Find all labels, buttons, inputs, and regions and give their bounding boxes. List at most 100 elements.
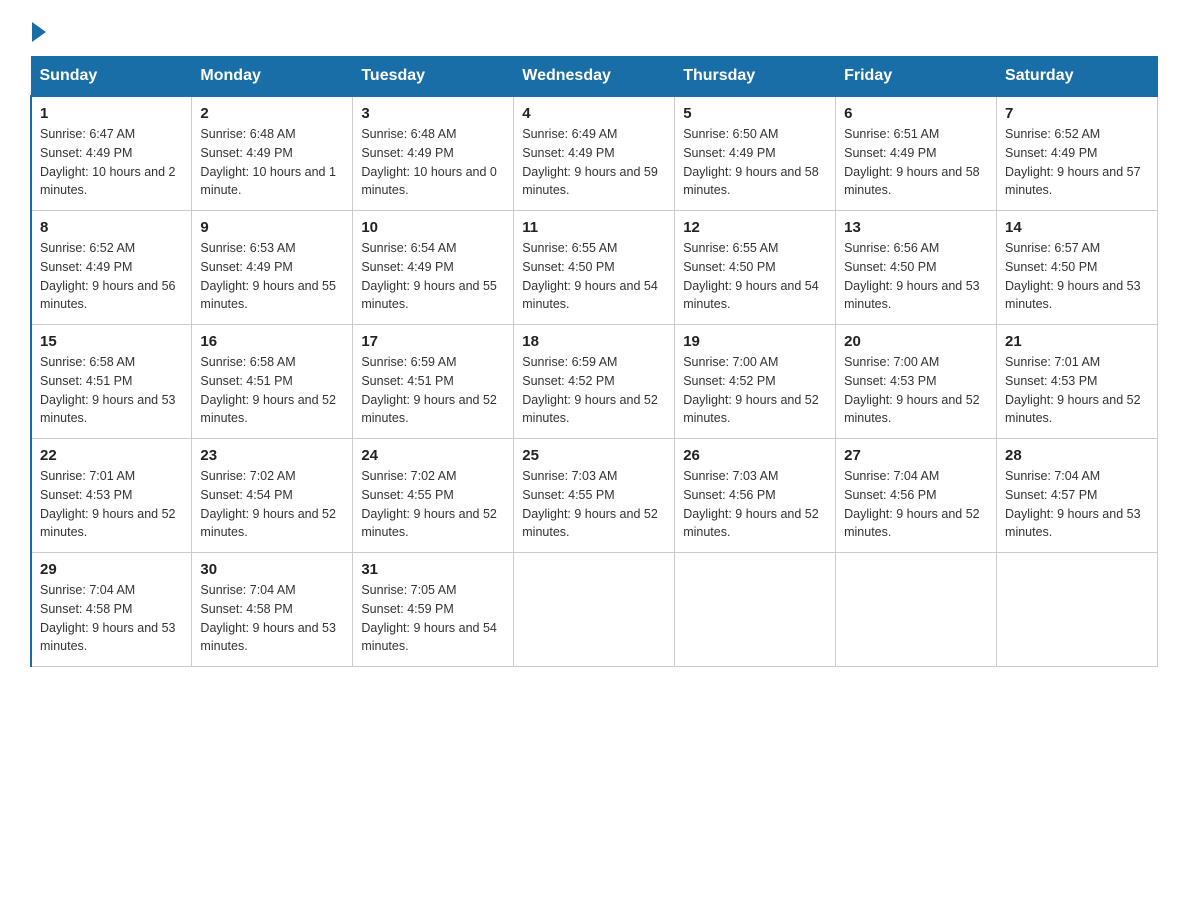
day-info: Sunrise: 7:03 AMSunset: 4:55 PMDaylight:… [522, 467, 666, 542]
day-info: Sunrise: 6:57 AMSunset: 4:50 PMDaylight:… [1005, 239, 1149, 314]
day-header-sunday: Sunday [31, 57, 192, 97]
day-number: 9 [200, 219, 344, 236]
day-number: 23 [200, 447, 344, 464]
logo [30, 20, 46, 38]
calendar-cell: 1 Sunrise: 6:47 AMSunset: 4:49 PMDaylight… [31, 96, 192, 211]
day-number: 15 [40, 333, 183, 350]
day-info: Sunrise: 6:48 AMSunset: 4:49 PMDaylight:… [361, 125, 505, 200]
calendar-cell: 3 Sunrise: 6:48 AMSunset: 4:49 PMDaylight… [353, 96, 514, 211]
day-info: Sunrise: 6:47 AMSunset: 4:49 PMDaylight:… [40, 125, 183, 200]
day-info: Sunrise: 7:04 AMSunset: 4:58 PMDaylight:… [200, 581, 344, 656]
day-number: 21 [1005, 333, 1149, 350]
calendar-cell: 14 Sunrise: 6:57 AMSunset: 4:50 PMDayligh… [997, 211, 1158, 325]
calendar-cell: 18 Sunrise: 6:59 AMSunset: 4:52 PMDayligh… [514, 325, 675, 439]
day-number: 12 [683, 219, 827, 236]
day-info: Sunrise: 7:04 AMSunset: 4:57 PMDaylight:… [1005, 467, 1149, 542]
day-info: Sunrise: 7:01 AMSunset: 4:53 PMDaylight:… [1005, 353, 1149, 428]
calendar-cell: 26 Sunrise: 7:03 AMSunset: 4:56 PMDayligh… [675, 439, 836, 553]
calendar-cell: 19 Sunrise: 7:00 AMSunset: 4:52 PMDayligh… [675, 325, 836, 439]
calendar-cell: 5Sunrise: 6:50 AMSunset: 4:49 PMDaylight… [675, 96, 836, 211]
calendar-cell: 15Sunrise: 6:58 AMSunset: 4:51 PMDayligh… [31, 325, 192, 439]
page-header [30, 20, 1158, 38]
day-number: 31 [361, 561, 505, 578]
calendar-cell: 7Sunrise: 6:52 AMSunset: 4:49 PMDaylight… [997, 96, 1158, 211]
day-info: Sunrise: 7:05 AMSunset: 4:59 PMDaylight:… [361, 581, 505, 656]
calendar-cell: 10 Sunrise: 6:54 AMSunset: 4:49 PMDayligh… [353, 211, 514, 325]
calendar-cell: 20 Sunrise: 7:00 AMSunset: 4:53 PMDayligh… [836, 325, 997, 439]
week-row-3: 15 Sunrise: 6:58 AMSunset: 4:51 PMDayligh… [31, 325, 1158, 439]
day-header-wednesday: Wednesday [514, 57, 675, 97]
logo-arrow-icon [32, 22, 46, 42]
calendar-cell [997, 553, 1158, 667]
calendar-cell: 16 Sunrise: 6:58 AMSunset: 4:51 PMDayligh… [192, 325, 353, 439]
day-info: Sunrise: 6:52 AMSunset: 4:49 PMDaylight:… [40, 239, 183, 314]
calendar-cell [836, 553, 997, 667]
day-number: 4 [522, 105, 666, 122]
day-number: 10 [361, 219, 505, 236]
week-row-5: 29 Sunrise: 7:04 AMSunset: 4:58 PMDayligh… [31, 553, 1158, 667]
day-number: 17 [361, 333, 505, 350]
day-info: Sunrise: 7:00 AMSunset: 4:53 PMDaylight:… [844, 353, 988, 428]
calendar-cell: 13 Sunrise: 6:56 AMSunset: 4:50 PMDayligh… [836, 211, 997, 325]
day-info: Sunrise: 7:04 AMSunset: 4:58 PMDaylight:… [40, 581, 183, 656]
day-info: Sunrise: 6:59 AMSunset: 4:52 PMDaylight:… [522, 353, 666, 428]
calendar-cell: 22 Sunrise: 7:01 AMSunset: 4:53 PMDayligh… [31, 439, 192, 553]
calendar-cell: 2 Sunrise: 6:48 AMSunset: 4:49 PMDaylight… [192, 96, 353, 211]
calendar-cell: 4 Sunrise: 6:49 AMSunset: 4:49 PMDaylight… [514, 96, 675, 211]
calendar-table: SundayMondayTuesdayWednesdayThursdayFrid… [30, 56, 1158, 667]
calendar-cell: 8 Sunrise: 6:52 AMSunset: 4:49 PMDaylight… [31, 211, 192, 325]
day-number: 26 [683, 447, 827, 464]
day-info: Sunrise: 7:00 AMSunset: 4:52 PMDaylight:… [683, 353, 827, 428]
calendar-body: 1 Sunrise: 6:47 AMSunset: 4:49 PMDaylight… [31, 96, 1158, 667]
day-number: 30 [200, 561, 344, 578]
day-info: Sunrise: 7:01 AMSunset: 4:53 PMDaylight:… [40, 467, 183, 542]
day-info: Sunrise: 6:49 AMSunset: 4:49 PMDaylight:… [522, 125, 666, 200]
calendar-cell: 23 Sunrise: 7:02 AMSunset: 4:54 PMDayligh… [192, 439, 353, 553]
day-number: 16 [200, 333, 344, 350]
day-number: 18 [522, 333, 666, 350]
day-info: Sunrise: 6:53 AMSunset: 4:49 PMDaylight:… [200, 239, 344, 314]
day-info: Sunrise: 7:02 AMSunset: 4:54 PMDaylight:… [200, 467, 344, 542]
calendar-header: SundayMondayTuesdayWednesdayThursdayFrid… [31, 57, 1158, 97]
day-number: 5 [683, 105, 827, 122]
day-info: Sunrise: 6:55 AMSunset: 4:50 PMDaylight:… [522, 239, 666, 314]
calendar-cell: 11 Sunrise: 6:55 AMSunset: 4:50 PMDayligh… [514, 211, 675, 325]
day-info: Sunrise: 6:56 AMSunset: 4:50 PMDaylight:… [844, 239, 988, 314]
day-number: 13 [844, 219, 988, 236]
day-info: Sunrise: 6:52 AMSunset: 4:49 PMDaylight:… [1005, 125, 1149, 200]
calendar-cell: 30 Sunrise: 7:04 AMSunset: 4:58 PMDayligh… [192, 553, 353, 667]
calendar-cell: 25 Sunrise: 7:03 AMSunset: 4:55 PMDayligh… [514, 439, 675, 553]
day-info: Sunrise: 7:03 AMSunset: 4:56 PMDaylight:… [683, 467, 827, 542]
day-number: 2 [200, 105, 344, 122]
week-row-4: 22 Sunrise: 7:01 AMSunset: 4:53 PMDayligh… [31, 439, 1158, 553]
day-number: 1 [40, 105, 183, 122]
day-number: 3 [361, 105, 505, 122]
day-number: 14 [1005, 219, 1149, 236]
calendar-cell: 31 Sunrise: 7:05 AMSunset: 4:59 PMDayligh… [353, 553, 514, 667]
calendar-cell: 17Sunrise: 6:59 AMSunset: 4:51 PMDayligh… [353, 325, 514, 439]
day-info: Sunrise: 6:58 AMSunset: 4:51 PMDaylight:… [200, 353, 344, 428]
day-info: Sunrise: 6:54 AMSunset: 4:49 PMDaylight:… [361, 239, 505, 314]
day-header-saturday: Saturday [997, 57, 1158, 97]
calendar-cell: 21 Sunrise: 7:01 AMSunset: 4:53 PMDayligh… [997, 325, 1158, 439]
day-number: 19 [683, 333, 827, 350]
day-number: 11 [522, 219, 666, 236]
calendar-cell: 27Sunrise: 7:04 AMSunset: 4:56 PMDayligh… [836, 439, 997, 553]
day-header-monday: Monday [192, 57, 353, 97]
day-info: Sunrise: 6:48 AMSunset: 4:49 PMDaylight:… [200, 125, 344, 200]
calendar-cell: 29 Sunrise: 7:04 AMSunset: 4:58 PMDayligh… [31, 553, 192, 667]
day-number: 20 [844, 333, 988, 350]
day-number: 29 [40, 561, 183, 578]
day-header-friday: Friday [836, 57, 997, 97]
calendar-cell [514, 553, 675, 667]
week-row-2: 8 Sunrise: 6:52 AMSunset: 4:49 PMDaylight… [31, 211, 1158, 325]
calendar-cell: 24Sunrise: 7:02 AMSunset: 4:55 PMDayligh… [353, 439, 514, 553]
day-number: 28 [1005, 447, 1149, 464]
day-info: Sunrise: 7:04 AMSunset: 4:56 PMDaylight:… [844, 467, 988, 542]
calendar-cell [675, 553, 836, 667]
day-number: 24 [361, 447, 505, 464]
day-number: 25 [522, 447, 666, 464]
day-number: 22 [40, 447, 183, 464]
calendar-cell: 28 Sunrise: 7:04 AMSunset: 4:57 PMDayligh… [997, 439, 1158, 553]
day-number: 8 [40, 219, 183, 236]
